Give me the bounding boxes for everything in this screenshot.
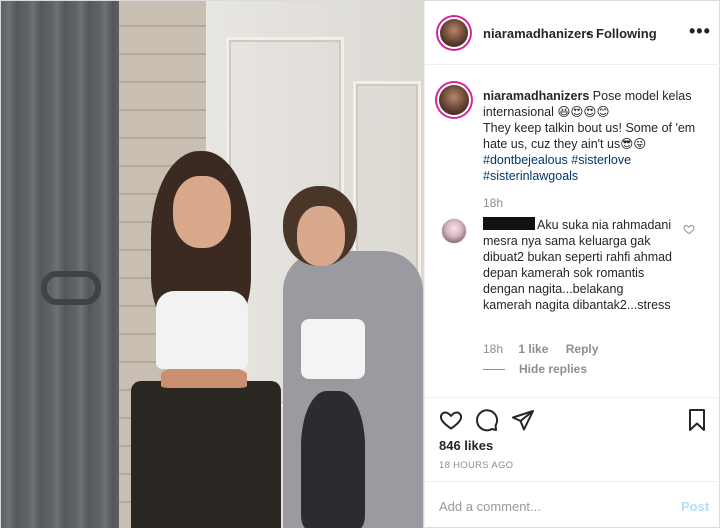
header-separator: • (586, 26, 591, 41)
person-right-pants (301, 391, 365, 528)
person-right-top (301, 319, 365, 379)
hashtag-sisterlove[interactable]: #sisterlove (571, 153, 631, 167)
person-right-face (297, 206, 345, 266)
likes-count[interactable]: 846 likes (439, 438, 493, 453)
caption-line2: They keep talkin bout us! Some of 'em ha… (483, 121, 696, 151)
post-sidebar: niaramadhanizers • Following ••• niarama… (424, 1, 720, 528)
caption: niaramadhanizers Pose model kelas intern… (483, 88, 708, 184)
comments-list[interactable]: niaramadhanizers Pose model kelas intern… (425, 66, 720, 396)
more-icon[interactable]: ••• (689, 21, 711, 42)
hashtag-dontbejealous[interactable]: #dontbejealous (483, 153, 568, 167)
author-avatar[interactable] (440, 19, 468, 47)
caption-avatar[interactable] (439, 85, 469, 115)
comment-meta: 18h 1 like Reply (483, 342, 598, 356)
comment-text: Aku suka nia rahmadani mesra nya sama ke… (483, 218, 673, 312)
add-comment-bar: Post (425, 481, 720, 528)
person-left-pants (131, 381, 281, 528)
person-left-top (156, 291, 248, 369)
person-left-face (173, 176, 231, 248)
share-icon[interactable] (511, 408, 535, 432)
caption-username[interactable]: niaramadhanizers (483, 89, 589, 103)
post-photo[interactable] (1, 1, 424, 528)
comment-likes[interactable]: 1 like (518, 342, 548, 356)
person-left-waist (161, 366, 247, 388)
comment-heart-icon[interactable] (683, 223, 695, 235)
caption-time[interactable]: 18h (483, 196, 503, 210)
comment-time[interactable]: 18h (483, 342, 503, 356)
post-header: niaramadhanizers • Following ••• (425, 1, 720, 65)
commenter-avatar[interactable] (441, 218, 467, 244)
post-actions: 846 likes 18 HOURS AGO (425, 397, 720, 487)
author-username[interactable]: niaramadhanizers (483, 26, 594, 41)
bookmark-icon[interactable] (685, 408, 709, 432)
add-comment-input[interactable] (439, 496, 659, 516)
comment-icon[interactable] (475, 408, 499, 432)
redaction-bar (483, 217, 535, 230)
heart-icon[interactable] (439, 408, 463, 432)
following-button[interactable]: Following (596, 26, 657, 41)
curtain-tieback (41, 271, 101, 305)
post-dialog: niaramadhanizers • Following ••• niarama… (0, 0, 720, 528)
post-timestamp[interactable]: 18 HOURS AGO (439, 460, 513, 471)
post-button[interactable]: Post (681, 499, 709, 514)
hashtag-sisterinlawgoals[interactable]: #sisterinlawgoals (483, 169, 578, 183)
hide-replies-button[interactable]: Hide replies (483, 362, 587, 376)
reply-button[interactable]: Reply (566, 342, 599, 356)
curtain (1, 1, 119, 528)
